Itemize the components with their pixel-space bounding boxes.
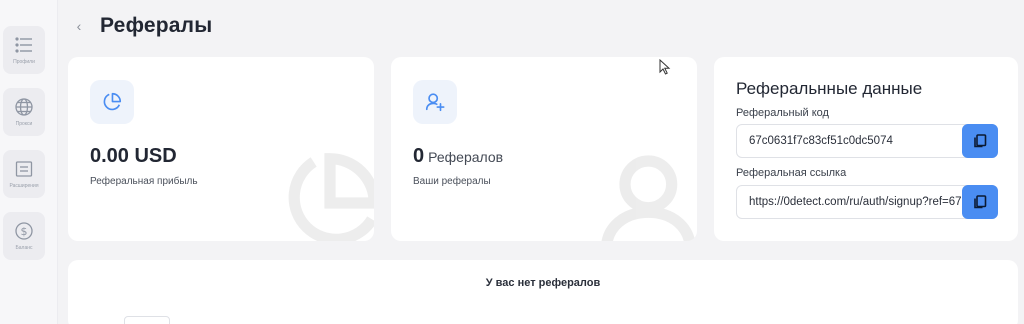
referral-link-field	[736, 185, 998, 219]
pie-chart-watermark-icon	[288, 153, 374, 241]
referral-link-label: Реферальная ссылка	[736, 167, 847, 179]
referral-data-title: Реферальнные данные	[736, 79, 923, 98]
referral-data-card: Реферальнные данные Реферальный код Рефе…	[714, 57, 1018, 241]
pie-chart-icon-box	[90, 80, 134, 124]
copy-icon	[974, 134, 987, 148]
referral-count-number: 0	[413, 145, 425, 167]
user-add-icon-box	[413, 80, 457, 124]
mouse-cursor-icon	[659, 59, 671, 75]
sidebar-item-label: Расширения	[9, 183, 39, 189]
referrals-list-card: У вас нет рефералов	[68, 260, 1018, 324]
list-icon	[15, 37, 32, 53]
back-button[interactable]: ‹	[70, 17, 88, 35]
sidebar-item-extensions[interactable]: Расширения	[3, 150, 45, 198]
page-title: Рефералы	[100, 14, 213, 37]
sidebar-item-profiles[interactable]: Профили	[3, 26, 45, 74]
pie-chart-icon	[103, 92, 122, 111]
copy-icon	[974, 195, 987, 209]
sidebar-item-label: Профили	[13, 59, 35, 65]
extension-icon	[15, 161, 33, 177]
referral-profit-value: 0.00 USD	[90, 145, 177, 167]
referral-code-field	[736, 124, 998, 158]
referral-profit-label: Реферальная прибыль	[90, 176, 198, 187]
dollar-icon: $	[15, 222, 33, 240]
referral-count-value: 0 Рефералов	[413, 145, 503, 168]
referral-link-input[interactable]	[737, 186, 961, 218]
referral-code-label: Реферальный код	[736, 107, 829, 119]
sidebar-item-label: Прокси	[15, 121, 33, 127]
user-watermark-icon	[601, 155, 696, 241]
page-size-select[interactable]	[124, 316, 170, 324]
sidebar-item-balance[interactable]: $ Баланс	[3, 212, 45, 260]
sidebar-item-label: Баланс	[15, 245, 33, 251]
page-header: ‹ Рефералы	[58, 0, 1024, 56]
svg-text:$: $	[21, 225, 28, 238]
referral-code-input[interactable]	[737, 125, 961, 157]
empty-referrals-message: У вас нет рефералов	[485, 277, 601, 289]
referral-count-label: Ваши рефералы	[413, 176, 491, 187]
referral-count-card: 0 Рефералов Ваши рефералы	[391, 57, 697, 241]
referral-profit-card: 0.00 USD Реферальная прибыль	[68, 57, 374, 241]
user-add-icon	[425, 93, 445, 112]
globe-icon	[15, 98, 33, 116]
sidebar: Профили Прокси Расширения $ Баланс	[0, 0, 58, 324]
referral-count-unit: Рефералов	[428, 149, 504, 165]
sidebar-item-proxy[interactable]: Прокси	[3, 88, 45, 136]
copy-link-button[interactable]	[962, 185, 998, 219]
copy-code-button[interactable]	[962, 124, 998, 158]
